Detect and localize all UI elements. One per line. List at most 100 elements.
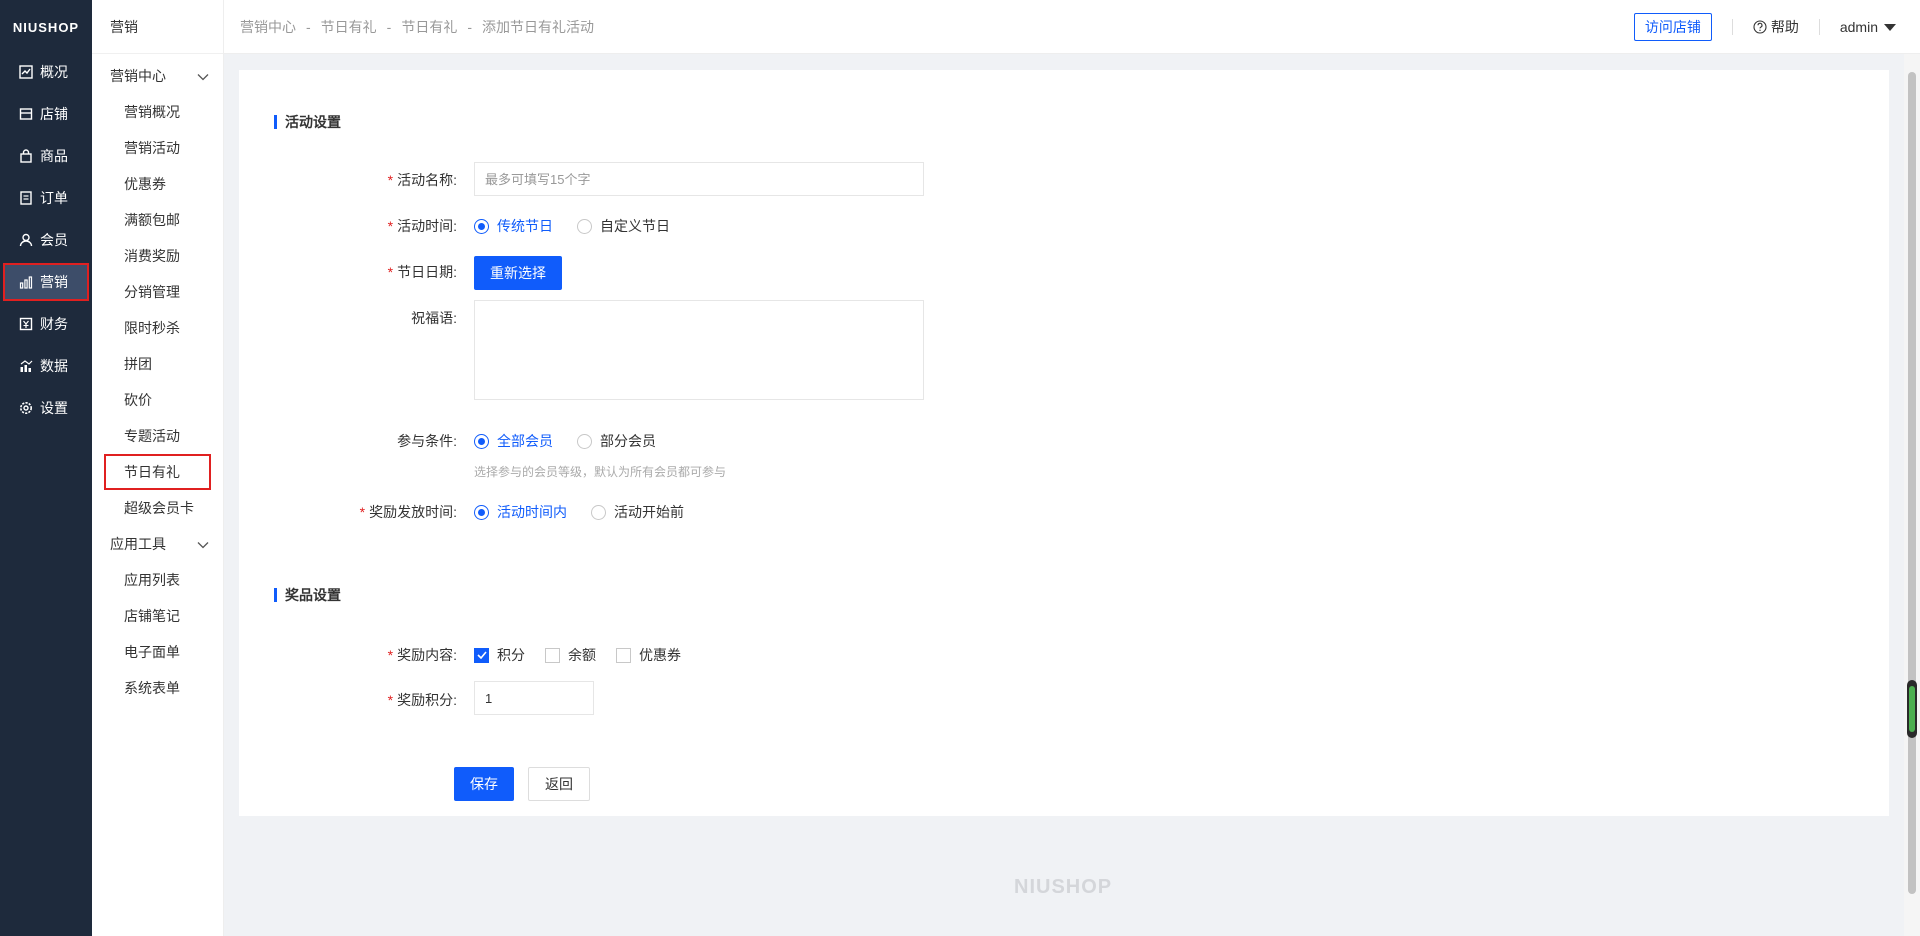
subnav-item[interactable]: 砍价 (92, 382, 223, 418)
caret-down-icon (1884, 23, 1896, 31)
checkbox-box (474, 647, 489, 663)
user-icon (18, 232, 34, 248)
scrollbar-thumb[interactable] (1908, 72, 1916, 894)
reselect-date-button[interactable]: 重新选择 (474, 256, 562, 290)
radio-during-activity[interactable]: 活动时间内 (474, 502, 567, 522)
subnav-item[interactable]: 拼团 (92, 346, 223, 382)
radio-circle (591, 504, 606, 520)
nav-label: 财务 (40, 316, 68, 332)
checkbox-points[interactable]: 积分 (474, 645, 525, 665)
radio-label: 部分会员 (600, 433, 656, 449)
required-mark: * (387, 264, 394, 280)
subnav-item[interactable]: 满额包邮 (92, 202, 223, 238)
footer-logo: NIUSHOP (1014, 876, 1113, 898)
subnav-group-app-tools[interactable]: 应用工具 (92, 526, 223, 562)
reward-time-options: 活动时间内 活动开始前 (474, 502, 708, 522)
nav-item-finance[interactable]: 财务 (4, 306, 88, 342)
subnav-item[interactable]: 消费奖励 (92, 238, 223, 274)
subnav-item[interactable]: 系统表单 (92, 670, 223, 706)
radio-circle (474, 504, 489, 520)
reward-points-label: * 奖励积分: (257, 690, 457, 710)
radio-label: 传统节日 (497, 218, 553, 234)
checkbox-box (616, 647, 631, 663)
user-name: admin (1839, 19, 1878, 35)
label-text: 节日日期: (397, 264, 457, 280)
subnav-item[interactable]: 营销活动 (92, 130, 223, 166)
activity-name-input[interactable] (474, 162, 924, 196)
nav-item-settings[interactable]: 设置 (4, 390, 88, 426)
divider (1731, 19, 1733, 35)
checkbox-label: 余额 (568, 647, 596, 663)
back-button[interactable]: 返回 (528, 767, 590, 801)
subnav-item[interactable]: 店铺笔记 (92, 598, 223, 634)
nav-item-goods[interactable]: 商品 (4, 138, 88, 174)
greeting-textarea[interactable] (474, 300, 924, 400)
breadcrumb-separator: - (306, 18, 311, 35)
subnav-item[interactable]: 优惠券 (92, 166, 223, 202)
section-bar (274, 588, 277, 602)
checkbox-coupon[interactable]: 优惠券 (616, 645, 681, 665)
radio-traditional-festival[interactable]: 传统节日 (474, 216, 553, 236)
section-title-text: 奖品设置 (285, 587, 341, 603)
subnav-item[interactable]: 超级会员卡 (92, 490, 223, 526)
required-mark: * (387, 218, 394, 234)
nav-label: 会员 (40, 232, 68, 248)
festival-date-label: * 节日日期: (257, 262, 457, 282)
radio-before-activity[interactable]: 活动开始前 (591, 502, 684, 522)
nav-label: 设置 (40, 400, 68, 416)
nav-item-data[interactable]: 数据 (4, 348, 88, 384)
label-text: 奖励内容: (397, 647, 457, 663)
breadcrumb-item[interactable]: 节日有礼 (401, 17, 457, 37)
breadcrumb-item[interactable]: 节日有礼 (321, 17, 377, 37)
subnav-item[interactable]: 营销概况 (92, 94, 223, 130)
radio-label: 活动开始前 (614, 504, 684, 520)
nav-item-overview[interactable]: 概况 (4, 54, 88, 90)
subnav-group-marketing-center[interactable]: 营销中心 (92, 58, 223, 94)
participation-label: 参与条件: (397, 433, 457, 449)
radio-all-members[interactable]: 全部会员 (474, 431, 553, 451)
subnav-item[interactable]: 限时秒杀 (92, 310, 223, 346)
help-link[interactable]: 帮助 (1753, 17, 1799, 37)
activity-name-label: * 活动名称: (257, 170, 457, 190)
section-bar (274, 115, 277, 129)
label-text: 奖励发放时间: (369, 504, 457, 520)
top-right-actions: 访问店铺 帮助 admin (1633, 0, 1896, 54)
nav-label: 店铺 (40, 106, 68, 122)
data-icon (18, 358, 34, 374)
subnav-item[interactable]: 电子面单 (92, 634, 223, 670)
visit-store-button[interactable]: 访问店铺 (1633, 13, 1712, 41)
greeting-label: 祝福语: (411, 310, 457, 326)
breadcrumb-current: 添加节日有礼活动 (482, 18, 595, 35)
subnav-item[interactable]: 专题活动 (92, 418, 223, 454)
subnav-group-label: 应用工具 (110, 536, 166, 552)
nav-label: 商品 (40, 148, 68, 164)
brand-logo: NIUSHOP (12, 19, 80, 35)
activity-time-label: * 活动时间: (257, 216, 457, 236)
sub-nav: 营销 营销中心 营销概况 营销活动 优惠券 满额包邮 消费奖励 分销管理 限时秒… (92, 0, 224, 936)
subnav-item[interactable]: 分销管理 (92, 274, 223, 310)
subnav-item[interactable]: 应用列表 (92, 562, 223, 598)
chevron-down-icon (197, 68, 209, 84)
scrollbar[interactable] (1904, 54, 1920, 936)
nav-item-marketing[interactable]: 营销 (3, 263, 89, 301)
breadcrumb: 营销中心 - 节日有礼 - 节日有礼 - 添加节日有礼活动 (240, 17, 594, 37)
nav-item-store[interactable]: 店铺 (4, 96, 88, 132)
subnav-group-label: 营销中心 (110, 68, 166, 84)
save-button[interactable]: 保存 (454, 767, 514, 801)
radio-some-members[interactable]: 部分会员 (577, 431, 656, 451)
radio-label: 自定义节日 (600, 218, 670, 234)
checkbox-label: 优惠券 (639, 647, 681, 663)
radio-custom-festival[interactable]: 自定义节日 (577, 216, 670, 236)
chart-line-icon (18, 64, 34, 80)
scroll-widget (1907, 680, 1917, 738)
reward-points-input[interactable] (474, 681, 594, 715)
scroll-widget-fill (1909, 686, 1915, 732)
nav-item-orders[interactable]: 订单 (4, 180, 88, 216)
nav-item-members[interactable]: 会员 (4, 222, 88, 258)
checkbox-balance[interactable]: 余额 (545, 645, 596, 665)
help-label: 帮助 (1770, 19, 1799, 35)
user-menu[interactable]: admin (1840, 19, 1896, 35)
breadcrumb-item[interactable]: 营销中心 (240, 17, 296, 37)
reward-content-label: * 奖励内容: (257, 645, 457, 665)
subnav-item-festival-gift[interactable]: 节日有礼 (104, 454, 211, 490)
